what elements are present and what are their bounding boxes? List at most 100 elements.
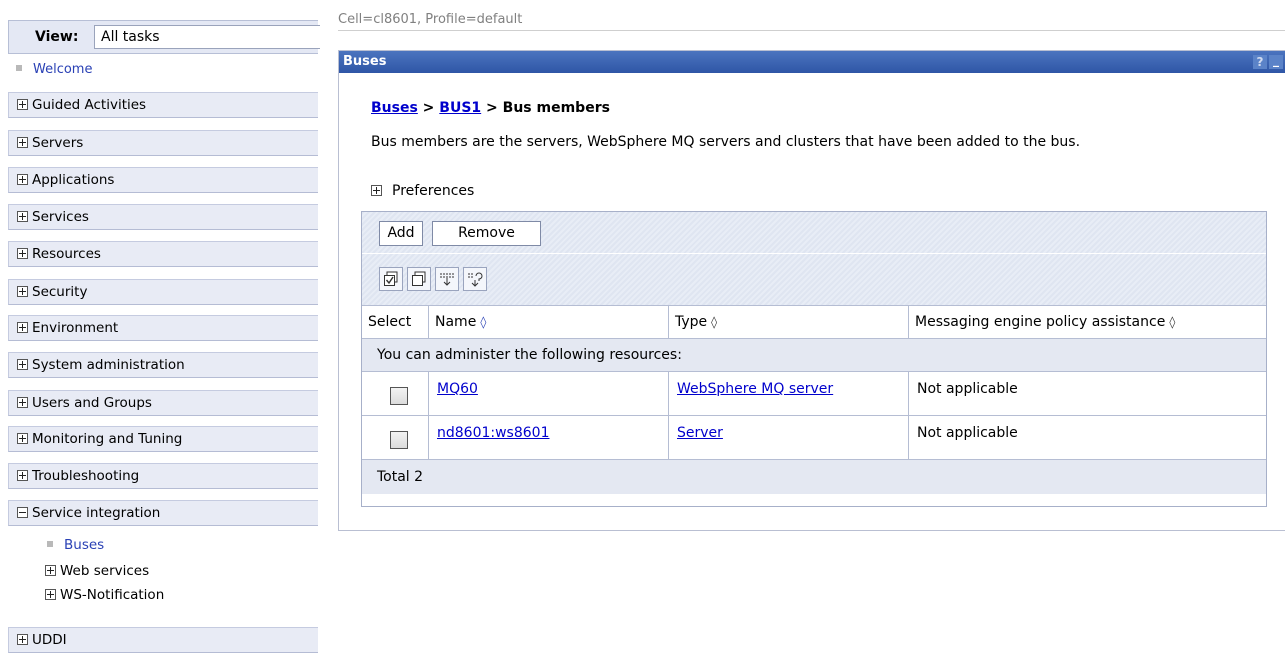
column-label: Name xyxy=(435,314,477,330)
nav-system-administration[interactable]: System administration xyxy=(8,352,318,378)
column-header-name[interactable]: Name ◊ xyxy=(429,306,669,339)
panel-title: Buses xyxy=(343,54,387,69)
sort-icon[interactable]: ◊ xyxy=(480,315,486,329)
expand-icon xyxy=(17,99,28,110)
sort-icon[interactable]: ◊ xyxy=(711,315,717,329)
table-row-name-cell: MQ60 xyxy=(429,372,669,416)
view-select[interactable]: All tasks xyxy=(94,25,320,49)
column-header-policy[interactable]: Messaging engine policy assistance ◊ xyxy=(909,306,1266,339)
expand-icon xyxy=(17,359,28,370)
nav-label: Guided Activities xyxy=(32,97,147,113)
nav-users-and-groups[interactable]: Users and Groups xyxy=(8,390,318,416)
nav-resources[interactable]: Resources xyxy=(8,241,318,267)
nav-guided-activities[interactable]: Guided Activities xyxy=(8,92,318,118)
table-row-select-cell xyxy=(362,372,429,416)
table-section-label: You can administer the following resourc… xyxy=(362,339,1266,372)
table-row-type-cell: WebSphere MQ server xyxy=(669,372,909,416)
select-all-icon[interactable] xyxy=(379,267,403,291)
preferences-label: Preferences xyxy=(392,183,475,199)
expand-icon xyxy=(17,433,28,444)
nav-label: Troubleshooting xyxy=(32,468,140,484)
nav-label: Environment xyxy=(32,320,119,336)
bus-members-table: Add Remove Select Name ◊ Type ◊ Messaging … xyxy=(361,211,1267,507)
column-label: Select xyxy=(368,314,412,330)
nav-ws-notification[interactable]: WS-Notification xyxy=(45,587,164,603)
clear-filter-icon[interactable] xyxy=(463,267,487,291)
column-header-select: Select xyxy=(362,306,429,339)
nav-label: Resources xyxy=(32,246,101,262)
collapse-icon xyxy=(17,507,28,518)
nav-label: Security xyxy=(32,284,88,300)
nav-web-services[interactable]: Web services xyxy=(45,563,149,579)
nav-label: Services xyxy=(32,209,89,225)
bus-member-type-link[interactable]: Server xyxy=(677,425,723,441)
table-row-policy-cell: Not applicable xyxy=(909,372,1266,416)
column-label: Messaging engine policy assistance xyxy=(915,314,1166,330)
nav-uddi[interactable]: UDDI xyxy=(8,627,318,653)
minimize-icon[interactable]: _ xyxy=(1269,54,1283,69)
nav-label: Web services xyxy=(60,563,150,579)
bus-member-name-link[interactable]: nd8601:ws8601 xyxy=(437,425,549,441)
sort-icon[interactable]: ◊ xyxy=(1169,315,1175,329)
breadcrumb-current: Bus members xyxy=(502,100,610,116)
nav-label: Monitoring and Tuning xyxy=(32,431,183,447)
breadcrumb-separator: > xyxy=(481,100,503,116)
show-filter-icon[interactable] xyxy=(435,267,459,291)
remove-button[interactable]: Remove xyxy=(432,221,541,246)
nav-label: Users and Groups xyxy=(32,395,152,411)
table-row-select-cell xyxy=(362,416,429,460)
table-row-policy-cell: Not applicable xyxy=(909,416,1266,460)
nav-applications[interactable]: Applications xyxy=(8,167,318,193)
expand-icon xyxy=(45,565,56,576)
button-toolbar: Add Remove xyxy=(362,212,1266,254)
nav-services[interactable]: Services xyxy=(8,204,318,230)
context-line: Cell=cl8601, Profile=default xyxy=(338,12,523,27)
nav-welcome-label: Welcome xyxy=(33,62,93,77)
nav-monitoring-and-tuning[interactable]: Monitoring and Tuning xyxy=(8,426,318,452)
breadcrumb-buses-link[interactable]: Buses xyxy=(371,100,418,116)
nav-label: WS-Notification xyxy=(60,587,165,603)
breadcrumb-bus1-link[interactable]: BUS1 xyxy=(439,100,481,116)
nav-security[interactable]: Security xyxy=(8,279,318,305)
bullet-icon xyxy=(47,541,53,547)
preferences-toggle[interactable]: Preferences xyxy=(371,183,474,199)
nav-welcome-link[interactable]: Welcome xyxy=(16,62,92,77)
column-header-type[interactable]: Type ◊ xyxy=(669,306,909,339)
expand-icon xyxy=(17,397,28,408)
expand-icon xyxy=(17,211,28,222)
table-row-type-cell: Server xyxy=(669,416,909,460)
navigation-sidebar: View: All tasks Welcome Guided Activitie… xyxy=(0,0,320,656)
breadcrumb-separator: > xyxy=(417,100,440,116)
bullet-icon xyxy=(16,65,22,71)
icon-toolbar xyxy=(362,254,1266,306)
add-button[interactable]: Add xyxy=(379,221,423,246)
expand-icon xyxy=(371,185,382,196)
row-checkbox[interactable] xyxy=(390,387,408,405)
help-icon[interactable]: ? xyxy=(1253,55,1267,69)
expand-icon xyxy=(17,470,28,481)
divider xyxy=(338,30,1285,31)
bus-member-type-link[interactable]: WebSphere MQ server xyxy=(677,381,833,397)
panel-title-bar: Buses ? _ xyxy=(339,51,1285,73)
row-checkbox[interactable] xyxy=(390,431,408,449)
expand-icon xyxy=(17,248,28,259)
view-selector-bar: View: All tasks xyxy=(8,20,320,54)
page-description: Bus members are the servers, WebSphere M… xyxy=(371,134,1081,150)
expand-icon xyxy=(17,137,28,148)
nav-label: Service integration xyxy=(32,505,161,521)
expand-icon xyxy=(17,174,28,185)
bus-member-name-link[interactable]: MQ60 xyxy=(437,381,478,397)
view-label: View: xyxy=(35,29,79,45)
nav-servers[interactable]: Servers xyxy=(8,130,318,156)
nav-label: Applications xyxy=(32,172,115,188)
nav-buses-link[interactable]: Buses xyxy=(47,537,104,553)
nav-troubleshooting[interactable]: Troubleshooting xyxy=(8,463,318,489)
nav-label: UDDI xyxy=(32,632,67,648)
table-row-name-cell: nd8601:ws8601 xyxy=(429,416,669,460)
deselect-all-icon[interactable] xyxy=(407,267,431,291)
expand-icon xyxy=(17,322,28,333)
nav-label: System administration xyxy=(32,357,185,373)
nav-service-integration[interactable]: Service integration xyxy=(8,500,318,526)
nav-environment[interactable]: Environment xyxy=(8,315,318,341)
expand-icon xyxy=(17,286,28,297)
